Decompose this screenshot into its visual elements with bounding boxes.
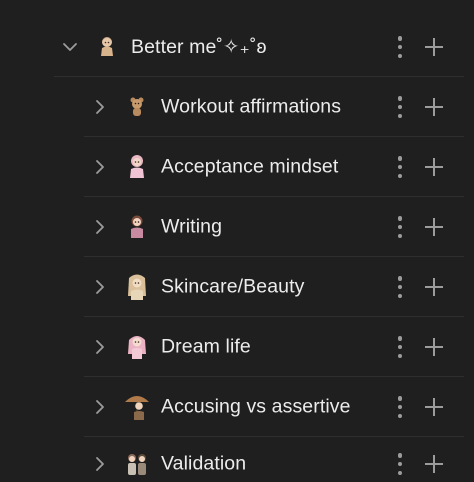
page-label: Accusing vs assertive	[161, 395, 351, 418]
page-title: Better me˚✧₊˚ʚ	[131, 36, 267, 58]
writing-doll-emoji	[124, 212, 150, 242]
doll-emoji	[94, 32, 120, 62]
add-page-icon[interactable]	[423, 96, 445, 118]
two-dolls-emoji	[124, 449, 150, 479]
beige-doll-emoji	[124, 272, 150, 302]
add-page-icon[interactable]	[423, 36, 445, 58]
more-options-icon[interactable]	[393, 94, 407, 120]
more-options-icon[interactable]	[393, 214, 407, 240]
umbrella-doll-emoji	[124, 392, 150, 422]
add-page-icon[interactable]	[423, 276, 445, 298]
more-options-icon[interactable]	[393, 451, 407, 477]
more-options-icon[interactable]	[393, 154, 407, 180]
pink-hair-doll-emoji	[124, 332, 150, 362]
more-options-icon[interactable]	[393, 394, 407, 420]
teddy-emoji	[124, 92, 150, 122]
tree-row-better-me[interactable]: Better me˚✧₊˚ʚ	[0, 17, 474, 77]
page-tree: Better me˚✧₊˚ʚ Workout affirmations Acce…	[0, 0, 474, 482]
chevron-right-icon[interactable]	[90, 277, 110, 297]
chevron-right-icon[interactable]	[90, 217, 110, 237]
add-page-icon[interactable]	[423, 336, 445, 358]
pink-doll-emoji	[124, 152, 150, 182]
page-label: Dream life	[161, 335, 251, 358]
tree-row-child[interactable]: Acceptance mindset	[0, 137, 474, 197]
page-label: Workout affirmations	[161, 95, 342, 118]
tree-row-child[interactable]: Dream life	[0, 317, 474, 377]
chevron-right-icon[interactable]	[90, 454, 110, 474]
tree-row-child[interactable]: Accusing vs assertive	[0, 377, 474, 437]
more-options-icon[interactable]	[393, 34, 407, 60]
add-page-icon[interactable]	[423, 453, 445, 475]
chevron-right-icon[interactable]	[90, 157, 110, 177]
tree-row-child[interactable]: Writing	[0, 197, 474, 257]
page-label: Writing	[161, 215, 223, 238]
chevron-right-icon[interactable]	[90, 337, 110, 357]
page-label: Validation	[161, 452, 247, 475]
page-label: Acceptance mindset	[161, 155, 339, 178]
chevron-down-icon[interactable]	[60, 37, 80, 57]
add-page-icon[interactable]	[423, 396, 445, 418]
add-page-icon[interactable]	[423, 156, 445, 178]
tree-row-child[interactable]: Skincare/Beauty	[0, 257, 474, 317]
more-options-icon[interactable]	[393, 274, 407, 300]
page-label: Skincare/Beauty	[161, 275, 305, 298]
tree-row-child[interactable]: Workout affirmations	[0, 77, 474, 137]
more-options-icon[interactable]	[393, 334, 407, 360]
tree-row-child[interactable]: Validation	[0, 434, 474, 482]
add-page-icon[interactable]	[423, 216, 445, 238]
chevron-right-icon[interactable]	[90, 397, 110, 417]
chevron-right-icon[interactable]	[90, 97, 110, 117]
